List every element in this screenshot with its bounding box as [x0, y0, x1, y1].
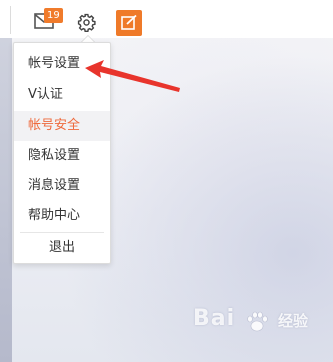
watermark-suffix: 经验	[278, 312, 309, 330]
unread-count-badge: 19	[44, 8, 63, 23]
paw-logo-icon	[247, 311, 268, 332]
divider	[10, 6, 11, 34]
edit-icon	[121, 15, 137, 30]
menu-item-help-center[interactable]: 帮助中心	[14, 201, 110, 231]
menu-item-account-security[interactable]: 帐号安全	[14, 111, 110, 141]
settings-dropdown-menu: 帐号设置 V认证 帐号安全 隐私设置 消息设置 帮助中心 退出	[13, 42, 111, 264]
watermark-text: Bai	[193, 306, 236, 331]
left-edge-panel	[0, 38, 12, 362]
logout-button[interactable]: 退出	[14, 233, 110, 263]
menu-item-v-verification[interactable]: V认证	[14, 80, 110, 110]
menu-item-message-settings[interactable]: 消息设置	[14, 171, 110, 201]
write-post-button[interactable]	[116, 10, 142, 36]
menu-item-account-settings[interactable]: 帐号设置	[14, 49, 110, 79]
top-navigation-bar: 19	[0, 0, 333, 38]
menu-item-privacy-settings[interactable]: 隐私设置	[14, 141, 110, 171]
gear-icon	[77, 13, 96, 33]
settings-button[interactable]	[77, 13, 96, 33]
